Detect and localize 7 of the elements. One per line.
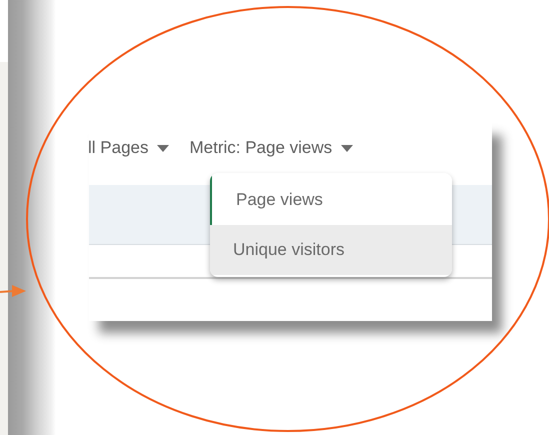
caret-icon (157, 144, 170, 152)
arrow-icon (0, 283, 26, 299)
caret-icon (341, 144, 354, 152)
filter-dropdown[interactable]: Metric: Page views (189, 135, 354, 161)
menu-item[interactable]: Page views (210, 175, 452, 225)
filter-dropdown[interactable]: ll Pages (88, 135, 170, 161)
menu-item[interactable]: Unique visitors (210, 225, 452, 275)
